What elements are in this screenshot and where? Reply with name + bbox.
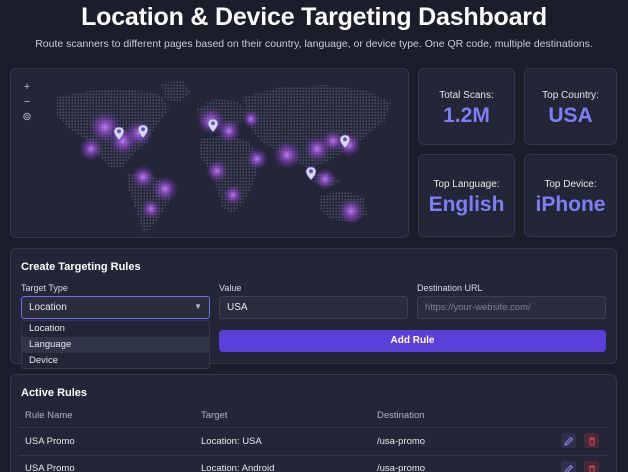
- page-title: Location & Device Targeting Dashboard: [81, 3, 547, 31]
- heatmap-card: [10, 68, 409, 238]
- trash-icon: [588, 465, 595, 472]
- column-header-rule-name: Rule Name: [25, 410, 73, 421]
- delete-rule-button[interactable]: [584, 461, 599, 472]
- rule-destination-cell: /usa-promo: [377, 463, 426, 472]
- destination-url-input[interactable]: https://your-website.com/: [417, 296, 606, 319]
- dropdown-option-location[interactable]: Location: [22, 321, 209, 337]
- world-heatmap[interactable]: [11, 69, 409, 238]
- stat-card-total-scans: Total Scans: 1.2M: [418, 68, 515, 145]
- rule-destination-cell: /usa-promo: [377, 436, 426, 447]
- rule-target-cell: Location: USA: [201, 436, 262, 447]
- stat-card-top-country: Top Country: USA: [524, 68, 617, 145]
- zoom-out-button[interactable]: −: [19, 94, 35, 109]
- column-header-destination: Destination: [377, 410, 425, 421]
- target-type-value: Location: [29, 302, 67, 313]
- pencil-icon: [564, 464, 573, 472]
- edit-rule-button[interactable]: [561, 461, 576, 472]
- value-label: Value: [219, 283, 242, 293]
- rule-name-cell: USA Promo: [25, 463, 75, 472]
- stat-label: Top Device:: [544, 179, 597, 190]
- add-rule-button[interactable]: Add Rule: [219, 330, 606, 352]
- stat-card-top-language: Top Language: English: [418, 154, 515, 237]
- delete-rule-button[interactable]: [584, 433, 599, 448]
- edit-rule-button[interactable]: [561, 433, 576, 448]
- target-type-select[interactable]: Location ▼: [21, 296, 210, 319]
- stat-label: Top Country:: [542, 90, 599, 101]
- active-rules-title: Active Rules: [21, 387, 88, 399]
- stat-label: Total Scans:: [439, 90, 494, 101]
- trash-icon: [588, 437, 595, 445]
- column-header-target: Target: [201, 410, 228, 421]
- target-type-dropdown: Location Language Device: [21, 320, 210, 369]
- active-rules-card: [10, 374, 617, 472]
- divider: [18, 427, 608, 428]
- pencil-icon: [563, 436, 573, 446]
- map-zoom-controls: + − ⊚: [18, 79, 36, 124]
- dropdown-option-device[interactable]: Device: [22, 353, 209, 369]
- stat-value: 1.2M: [443, 104, 490, 127]
- stat-value: USA: [548, 104, 593, 127]
- stat-value: iPhone: [535, 193, 606, 216]
- stat-card-top-device: Top Device: iPhone: [524, 154, 617, 237]
- chevron-down-icon: ▼: [194, 302, 202, 311]
- divider: [18, 455, 608, 456]
- dropdown-option-language[interactable]: Language: [22, 337, 209, 353]
- target-type-label: Target Type: [21, 283, 68, 293]
- zoom-in-button[interactable]: +: [19, 79, 35, 94]
- rule-target-cell: Location: Android: [201, 463, 275, 472]
- destination-url-label: Destination URL: [417, 283, 483, 293]
- create-rules-title: Create Targeting Rules: [21, 261, 141, 273]
- stat-label: Top Language:: [433, 179, 500, 190]
- reset-view-icon[interactable]: ⊚: [19, 109, 35, 124]
- value-input[interactable]: USA: [219, 296, 408, 319]
- page-subtitle: Route scanners to different pages based …: [35, 38, 593, 50]
- stat-value: English: [428, 193, 505, 216]
- rule-name-cell: USA Promo: [25, 436, 75, 447]
